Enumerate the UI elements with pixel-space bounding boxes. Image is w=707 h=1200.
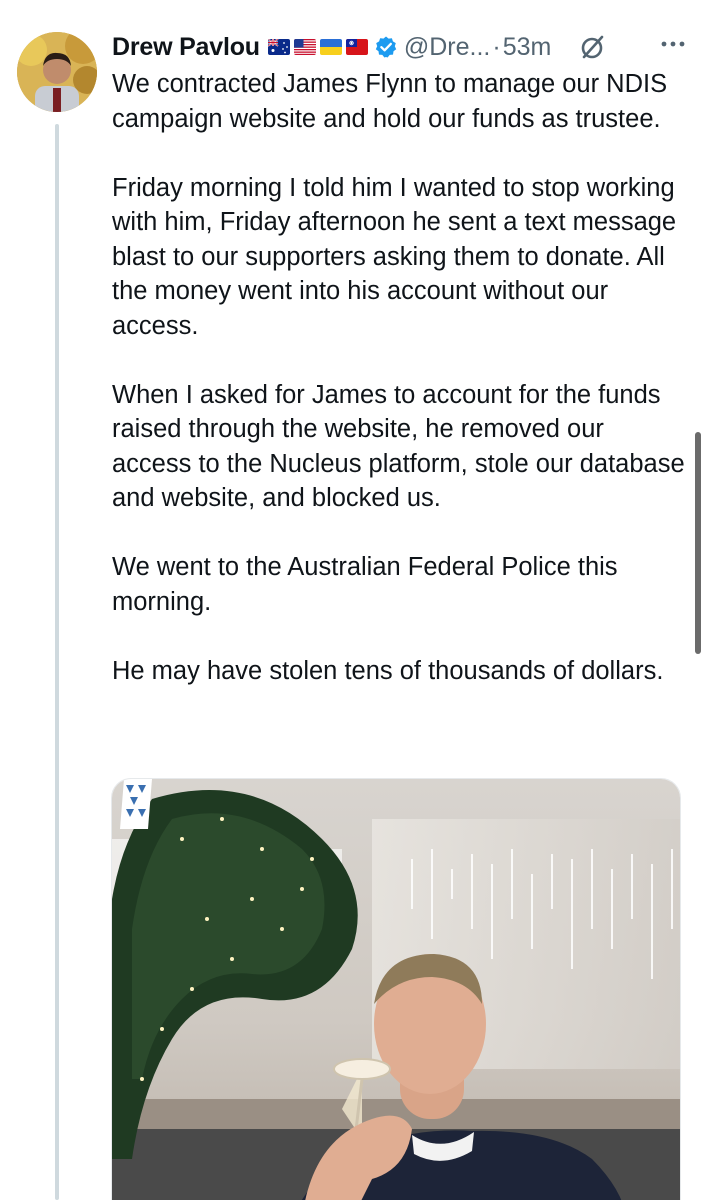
ukraine-flag-icon: [319, 39, 342, 55]
tweet-paragraph: He may have stolen tens of thousands of …: [112, 656, 664, 685]
tweet-paragraph: We contracted James Flynn to manage our …: [112, 70, 668, 133]
avatar[interactable]: [17, 32, 97, 112]
display-name[interactable]: Drew Pavlou: [112, 33, 260, 62]
tweet-body: We contracted James Flynn to manage our …: [112, 67, 687, 723]
tweet-paragraph: Friday morning I told him I wanted to st…: [112, 173, 677, 340]
taiwan-flag-icon: [345, 39, 368, 55]
timestamp[interactable]: 53m: [503, 33, 552, 62]
grok-icon[interactable]: [577, 32, 607, 62]
more-options-icon[interactable]: [660, 36, 686, 47]
tweet-header: Drew Pavlou @Dre... · 53m: [112, 28, 692, 66]
user-handle[interactable]: @Dre...: [404, 33, 491, 62]
usa-flag-icon: [293, 39, 316, 55]
avatar-column: [17, 32, 97, 112]
scrollbar[interactable]: [695, 432, 701, 654]
australia-flag-icon: [267, 39, 290, 55]
thread-line: [55, 124, 59, 1200]
flag-emojis: [267, 39, 368, 55]
tweet-photo[interactable]: [111, 778, 681, 1200]
separator-dot: ·: [492, 32, 501, 61]
tweet[interactable]: Drew Pavlou @Dre... · 53m We contracted …: [0, 0, 707, 1200]
tweet-paragraph: We went to the Australian Federal Police…: [112, 553, 618, 616]
verified-badge-icon[interactable]: [374, 35, 398, 59]
tweet-paragraph: When I asked for James to account for th…: [112, 380, 685, 513]
